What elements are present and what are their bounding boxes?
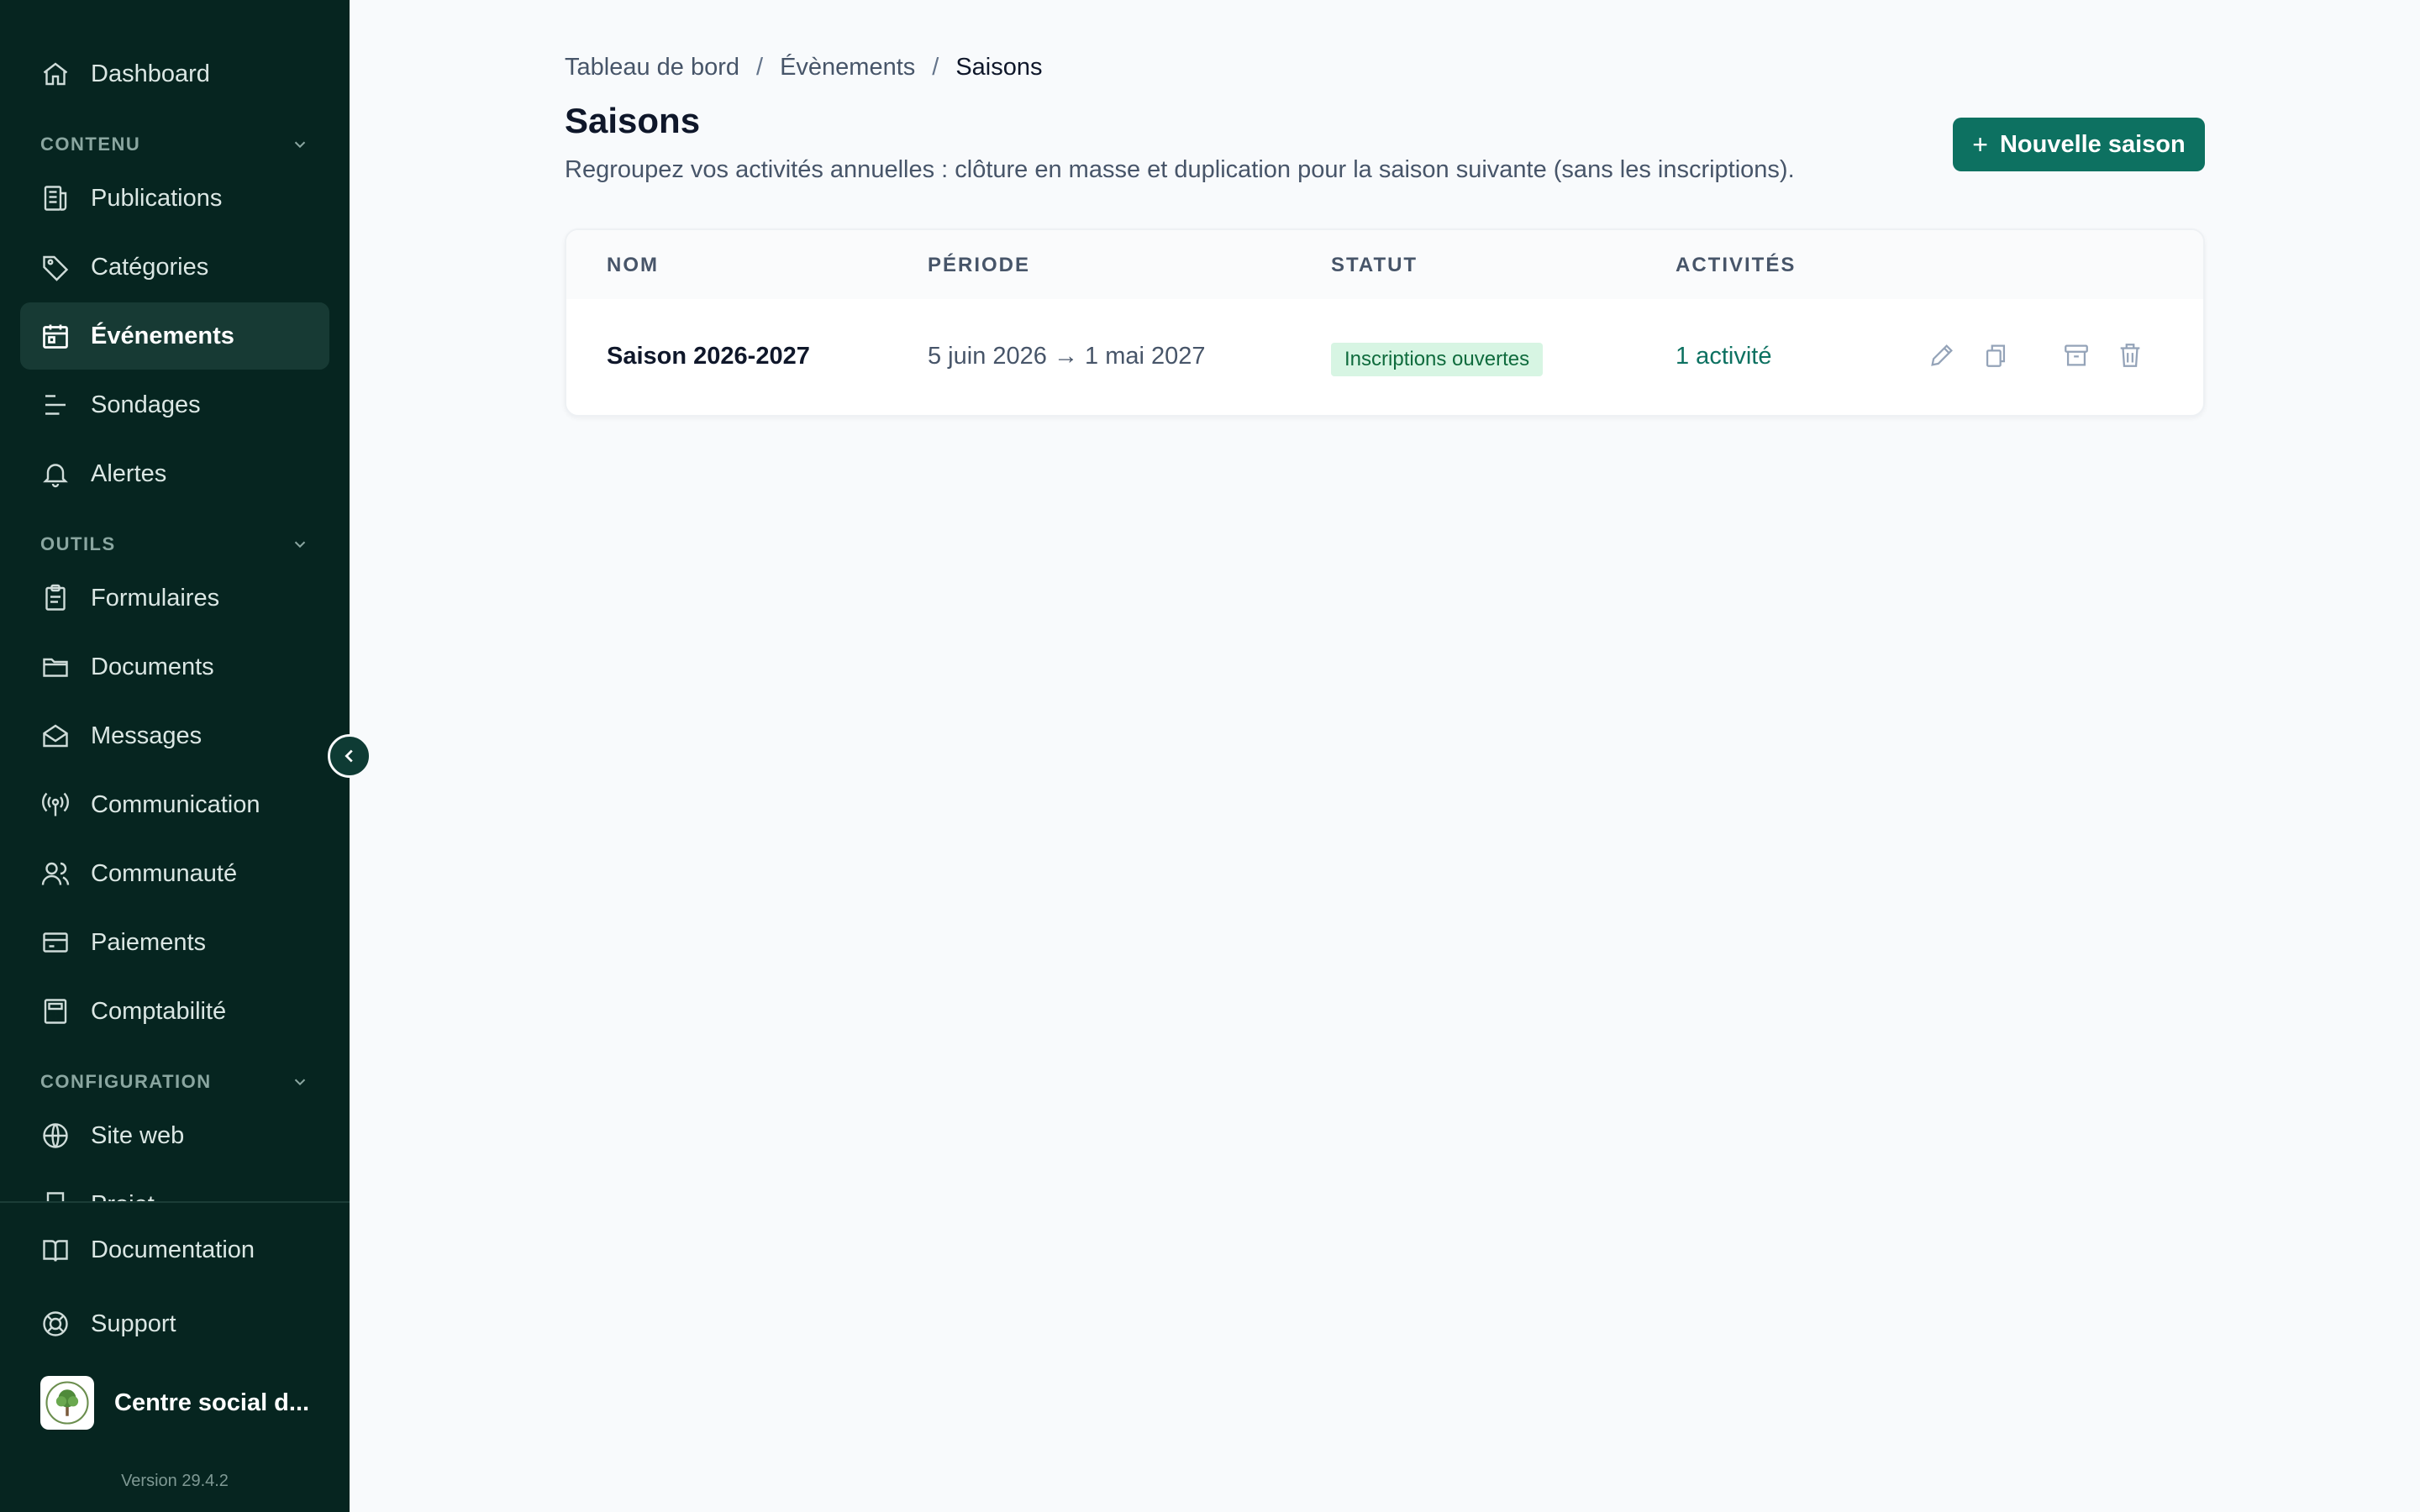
sidebar-item-documents[interactable]: Documents [20, 633, 329, 701]
organization-name: Centre social d... [114, 1389, 310, 1416]
sidebar-item-communication[interactable]: Communication [20, 771, 329, 838]
globe-icon [40, 1121, 71, 1151]
sidebar-item-documentation[interactable]: Documentation [20, 1216, 329, 1284]
breadcrumb-current: Saisons [955, 54, 1043, 81]
seasons-table: NOM PÉRIODE STATUT ACTIVITÉS Saison 2026… [565, 228, 2205, 417]
column-header-periode: PÉRIODE [928, 254, 1031, 276]
calendar-icon [40, 321, 71, 351]
pencil-icon[interactable] [1928, 341, 1956, 370]
lifebuoy-icon [40, 1309, 71, 1339]
sidebar-nav: Dashboard CONTENU Publications Catégorie… [0, 0, 350, 1201]
sidebar-item-projet[interactable]: Projet [20, 1171, 329, 1201]
users-icon [40, 858, 71, 889]
chevron-down-icon [294, 1079, 306, 1086]
column-header-statut: STATUT [1331, 254, 1418, 276]
page-title: Saisons [565, 101, 701, 140]
tag-icon [40, 252, 71, 282]
sidebar-item-messages[interactable]: Messages [20, 702, 329, 769]
app-version: Version 29.4.2 [121, 1472, 229, 1490]
bell-icon [40, 459, 71, 489]
chevron-down-icon [294, 541, 306, 549]
home-icon [40, 59, 71, 89]
sidebar-item-comptabilite[interactable]: Comptabilité [20, 978, 329, 1045]
book-icon [40, 1235, 71, 1265]
sidebar-item-support[interactable]: Support [20, 1290, 329, 1357]
clipboard-icon [40, 583, 71, 613]
column-header-nom: NOM [607, 254, 659, 276]
sidebar-item-site-web[interactable]: Site web [20, 1102, 329, 1169]
bookmark-icon [40, 1189, 71, 1201]
calculator-icon [40, 996, 71, 1026]
trash-icon[interactable] [2116, 341, 2144, 370]
folder-icon [40, 652, 71, 682]
sidebar-item-communaute[interactable]: Communauté [20, 840, 329, 907]
sidebar-item-label: Dashboard [91, 60, 210, 87]
table-header: NOM PÉRIODE STATUT ACTIVITÉS [566, 230, 2203, 299]
sidebar-item-formulaires[interactable]: Formulaires [20, 564, 329, 632]
breadcrumb: Tableau de bord / Évènements / Saisons [565, 54, 1043, 81]
season-period: 5 juin 2026 → 1 mai 2027 [928, 343, 1206, 370]
organization-logo [40, 1376, 94, 1430]
new-season-label: Nouvelle saison [1999, 130, 2186, 158]
status-badge: Inscriptions ouvertes [1331, 343, 1544, 376]
chevron-down-icon [294, 141, 306, 149]
page-description: Regroupez vos activités annuelles : clôt… [565, 156, 1795, 183]
sidebar-item-sondages[interactable]: Sondages [20, 371, 329, 438]
main-content: Tableau de bord / Évènements / Saisons S… [350, 0, 2420, 1512]
archive-icon[interactable] [2062, 341, 2091, 370]
breadcrumb-events[interactable]: Évènements [780, 54, 915, 81]
card-icon [40, 927, 71, 958]
breadcrumb-separator: / [932, 54, 939, 81]
sidebar: Dashboard CONTENU Publications Catégorie… [0, 0, 350, 1512]
section-outils[interactable]: OUTILS [40, 528, 309, 561]
broadcast-icon [40, 790, 71, 820]
sidebar-item-dashboard[interactable]: Dashboard [20, 40, 329, 108]
plus-icon: + [1972, 129, 1988, 160]
organization-switcher[interactable]: Centre social d... [40, 1376, 309, 1430]
sidebar-item-categories[interactable]: Catégories [20, 234, 329, 301]
envelope-open-icon [40, 721, 71, 751]
copy-icon[interactable] [1981, 341, 2010, 370]
sidebar-item-alertes[interactable]: Alertes [20, 440, 329, 507]
breadcrumb-separator: / [756, 54, 764, 81]
breadcrumb-home[interactable]: Tableau de bord [565, 54, 739, 81]
section-configuration[interactable]: CONFIGURATION [40, 1065, 309, 1099]
sidebar-item-publications[interactable]: Publications [20, 165, 329, 232]
sidebar-item-paiements[interactable]: Paiements [20, 909, 329, 976]
sidebar-divider [0, 1201, 350, 1203]
poll-icon [40, 390, 71, 420]
activities-link[interactable]: 1 activité [1676, 343, 1771, 370]
season-name[interactable]: Saison 2026-2027 [607, 343, 810, 370]
section-contenu[interactable]: CONTENU [40, 128, 309, 161]
newspaper-icon [40, 183, 71, 213]
column-header-activites: ACTIVITÉS [1676, 254, 1797, 276]
new-season-button[interactable]: + Nouvelle saison [1953, 118, 2205, 171]
sidebar-item-evenements[interactable]: Événements [20, 302, 329, 370]
